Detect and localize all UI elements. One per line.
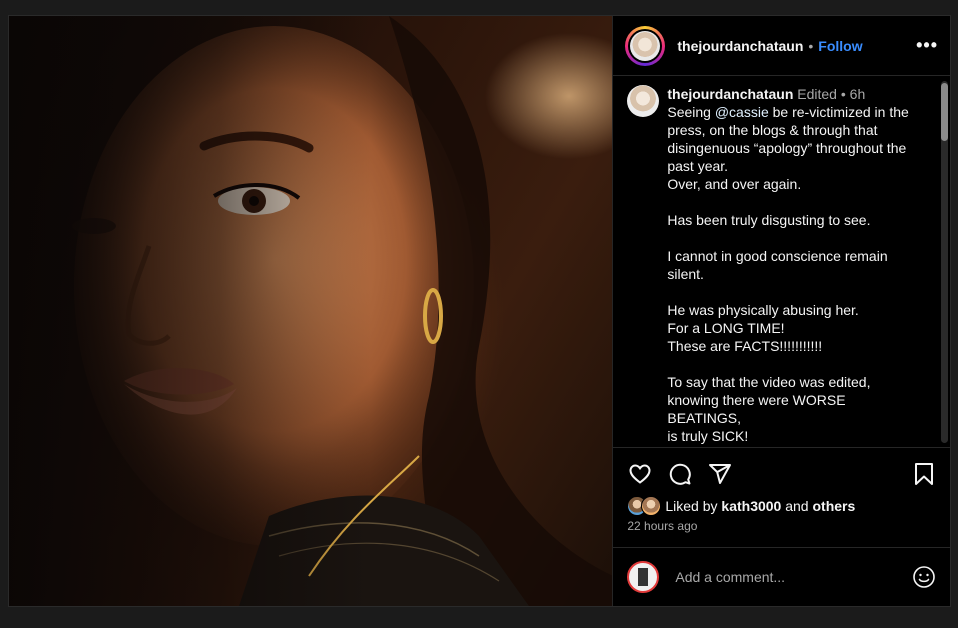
caption-text: thejourdanchataun Edited • 6h Seeing @cas…	[667, 85, 917, 445]
post-side-panel: thejourdanchataun • Follow ••• thejourda…	[612, 16, 951, 606]
mention-link[interactable]: @cassie	[715, 104, 769, 120]
caption-body: be re-victimized in the press, on the bl…	[667, 104, 909, 444]
caption-row: thejourdanchataun Edited • 6h Seeing @cas…	[613, 77, 950, 445]
caption-scroll-area[interactable]: thejourdanchataun Edited • 6h Seeing @cas…	[613, 77, 951, 448]
scrollbar-thumb[interactable]	[941, 83, 949, 141]
more-options-icon[interactable]: •••	[916, 35, 938, 56]
likes-others-link[interactable]: others	[812, 498, 855, 514]
liker-avatar	[641, 496, 662, 516]
caption-lead: Seeing	[667, 104, 715, 120]
bookmark-icon[interactable]	[911, 461, 937, 487]
separator-dot: •	[808, 37, 814, 54]
portrait-illustration	[9, 16, 613, 606]
likes-and: and	[785, 498, 809, 514]
author-avatar[interactable]	[625, 25, 666, 66]
liker-username[interactable]: kath3000	[721, 498, 781, 514]
viewer-avatar	[627, 561, 660, 593]
caption-time: 6h	[849, 86, 866, 102]
likes-summary: Liked by kath3000 and others	[627, 496, 855, 516]
heart-icon[interactable]	[627, 461, 653, 487]
post-modal: thejourdanchataun • Follow ••• thejourda…	[8, 15, 951, 607]
author-username[interactable]: thejourdanchataun	[677, 38, 803, 54]
post-timestamp: 22 hours ago	[627, 519, 698, 533]
avatar-image	[630, 30, 661, 61]
comment-icon[interactable]	[667, 461, 693, 487]
post-header: thejourdanchataun • Follow •••	[613, 16, 950, 76]
scrollbar[interactable]	[941, 81, 949, 443]
post-photo[interactable]	[9, 16, 613, 606]
emoji-icon[interactable]	[912, 565, 936, 589]
liked-by-label: Liked by	[665, 498, 718, 514]
caption-username[interactable]: thejourdanchataun	[667, 86, 793, 102]
share-icon[interactable]	[707, 461, 733, 487]
caption-avatar[interactable]	[627, 85, 660, 117]
follow-button[interactable]: Follow	[818, 38, 862, 54]
comment-input[interactable]	[673, 568, 898, 586]
edited-label: Edited	[797, 86, 837, 102]
caption-dot: •	[840, 86, 846, 102]
liker-avatars	[627, 496, 662, 516]
action-bar	[627, 460, 937, 488]
comment-bar	[613, 547, 951, 606]
